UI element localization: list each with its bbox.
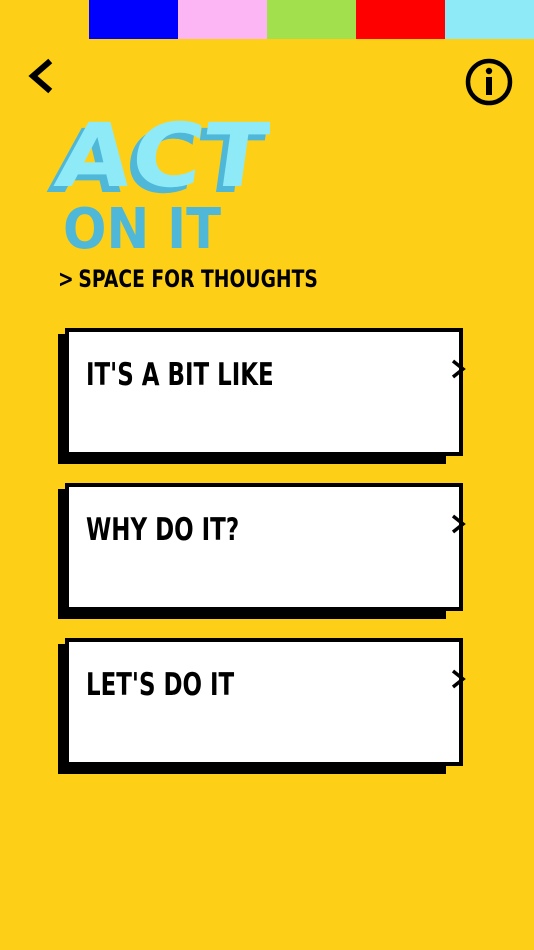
chevron-right-icon [451,669,466,689]
card-label: WHY DO IT? [86,512,240,548]
back-chevron-icon [28,58,53,94]
swatch-red [356,0,445,39]
card-panel: IT'S A BIT LIKE [65,328,466,456]
card-its-a-bit-like[interactable]: IT'S A BIT LIKE [58,328,470,468]
card-label: IT'S A BIT LIKE [86,357,274,393]
card-panel: LET'S DO IT [65,638,466,766]
swatch-blue [89,0,178,39]
chevron-right-icon [451,359,466,379]
info-icon [465,58,513,106]
card-panel: WHY DO IT? [65,483,466,611]
info-button[interactable] [465,58,513,106]
color-palette-bar [0,0,534,39]
swatch-cyan [445,0,534,39]
card-lets-do-it[interactable]: LET'S DO IT [58,638,470,778]
swatch-pink [178,0,267,39]
subtitle-text: SPACE FOR THOUGHTS [78,265,318,293]
card-why-do-it[interactable]: WHY DO IT? [58,483,470,623]
chevron-right-icon [451,514,466,534]
card-label: LET'S DO IT [86,667,235,703]
title-on-it-text: ON IT [63,197,221,254]
swatch-yellow [0,0,89,39]
title-act-text: ACT [50,108,270,198]
page-title-on-it: ON IT [63,197,221,254]
subtitle: > SPACE FOR THOUGHTS [58,262,318,296]
subtitle-arrow: > [58,265,74,293]
page-title-act: ACT ACT [43,108,270,198]
swatch-green [267,0,356,39]
back-button[interactable] [26,58,54,94]
